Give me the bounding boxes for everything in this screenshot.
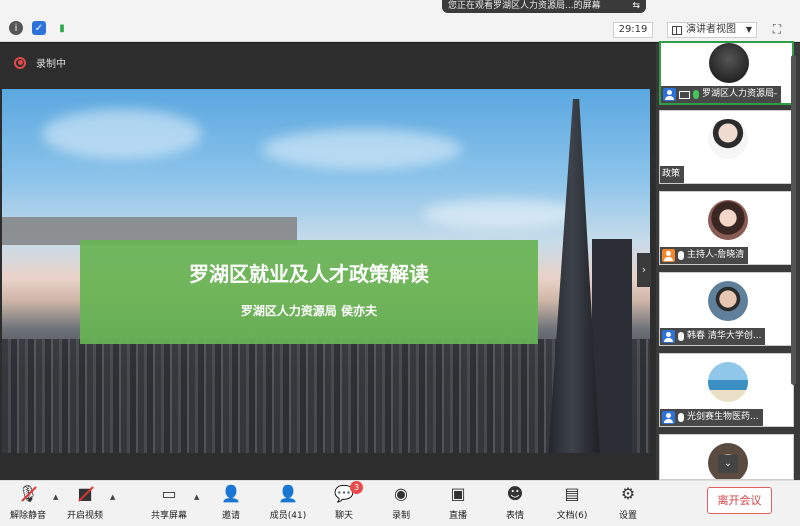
live-icon: ▣ [450,484,466,503]
participant-label: 罗湖区人力资源局- [661,86,782,103]
recording-label: 录制中 [36,59,66,70]
slide-subtitle: 罗湖区人力资源局 侯亦夫 [240,304,378,318]
meeting-window: i ✓ ▮ 您正在观看罗湖区人力资源局...的屏幕 ⇆ 29:19 演讲者视图 … [0,0,800,526]
recording-indicator: 录制中 [14,55,66,70]
bottom-toolbar: 🎙 解除静音 ▲ ■ 开启视频 ▲ ▭ 共享屏幕 ▲ 👤 邀请 👤 成员(41)… [0,480,800,526]
share-screen-button[interactable]: ▭ 共享屏幕 [143,484,195,521]
slide-title: 罗湖区就业及人才政策解读 [189,262,429,286]
document-icon: ▤ [564,484,580,503]
sharing-banner-text: 您正在观看罗湖区人力资源局...的屏幕 [448,1,601,11]
record-icon: ◉ [394,484,408,503]
microphone-icon [678,332,684,341]
host-icon [662,249,675,262]
presentation-slide: 罗湖区就业及人才政策解读 罗湖区人力资源局 侯亦夫 [2,89,650,453]
avatar [708,119,748,159]
avatar [708,281,748,321]
documents-button[interactable]: ▤ 文档(6) [546,484,598,521]
participant-label: 韩春 清华大学创... [660,328,766,345]
info-icon[interactable]: i [9,21,23,35]
settings-button[interactable]: ⚙ 设置 [602,484,654,521]
participant-tile[interactable]: 政策 [659,110,794,184]
user-icon [663,88,676,101]
chevron-right-icon[interactable]: › [637,253,651,287]
chevron-up-icon[interactable]: ▲ [53,493,58,501]
avatar [709,43,749,83]
cloud-shape [42,109,202,159]
signal-icon[interactable]: ▮ [55,21,69,35]
participant-tile[interactable]: 光剑赛生物医药... [659,353,794,427]
microphone-icon [693,90,699,99]
reactions-button[interactable]: ☻ 表情 [489,484,541,521]
user-icon [662,411,675,424]
chat-badge: 3 [350,481,363,494]
user-icon [662,330,675,343]
cloud-shape [262,129,462,169]
leave-meeting-button[interactable]: 离开会议 [707,487,772,514]
sharing-banner: 您正在观看罗湖区人力资源局...的屏幕 ⇆ [442,0,646,13]
chat-icon: 💬 3 [333,481,363,504]
participant-label: 政策 [660,166,685,183]
cloud-shape [422,199,582,229]
record-button[interactable]: ◉ 录制 [375,484,427,521]
chevron-down-icon: ▼ [745,25,752,34]
layout-icon [672,26,682,35]
live-button[interactable]: ▣ 直播 [432,484,484,521]
chevron-up-icon[interactable]: ▲ [194,493,199,501]
shield-icon[interactable]: ✓ [32,21,46,35]
video-button[interactable]: ■ 开启视频 [59,484,111,521]
participant-label: 主持人-詹晓清 [660,247,749,264]
microphone-icon [678,251,684,260]
mute-button[interactable]: 🎙 解除静音 [2,484,54,521]
meeting-timer: 29:19 [613,22,653,38]
add-user-icon: 👤 [221,484,241,503]
smile-icon: ☻ [506,484,524,503]
screen-share-icon [679,90,690,99]
building-shape [592,239,632,453]
fullscreen-icon[interactable]: ⛶ [770,22,784,36]
members-icon: 👤 [278,484,298,503]
camera-off-icon: ■ [74,484,96,504]
avatar [708,362,748,402]
slide-title-box: 罗湖区就业及人才政策解读 罗湖区人力资源局 侯亦夫 [80,240,538,344]
view-mode-label: 演讲者视图 [686,24,736,35]
panel-scrollbar[interactable] [791,55,796,385]
record-dot-icon [14,56,26,69]
invite-button[interactable]: 👤 邀请 [205,484,257,521]
chat-button[interactable]: 💬 3 聊天 [318,481,370,521]
microphone-muted-icon: 🎙 [17,484,39,504]
chevron-down-icon[interactable]: ⌄ [718,455,738,473]
chevron-up-icon[interactable]: ▲ [110,493,115,501]
shared-screen-area: 录制中 罗湖区就业及人才政策解读 罗湖区人力资源局 侯亦夫 › [0,43,656,480]
participant-panel: 罗湖区人力资源局- 政策 主持人-詹晓清 韩春 清华大学创... 光剑赛生物医药… [656,41,800,480]
microphone-icon [678,413,684,422]
view-mode-button[interactable]: 演讲者视图 ▼ [667,22,757,38]
participant-tile[interactable]: 罗湖区人力资源局- [659,41,794,105]
top-bar: i ✓ ▮ 您正在观看罗湖区人力资源局...的屏幕 ⇆ 29:19 演讲者视图 … [0,0,800,42]
members-button[interactable]: 👤 成员(41) [262,484,314,521]
participant-tile[interactable]: 主持人-詹晓清 [659,191,794,265]
participant-label: 光剑赛生物医药... [660,409,763,426]
banner-toggle-icon[interactable]: ⇆ [632,0,640,12]
gear-icon: ⚙ [620,484,636,503]
avatar [708,200,748,240]
participant-tile[interactable]: 韩春 清华大学创... [659,272,794,346]
screen-share-icon: ▭ [161,484,177,503]
